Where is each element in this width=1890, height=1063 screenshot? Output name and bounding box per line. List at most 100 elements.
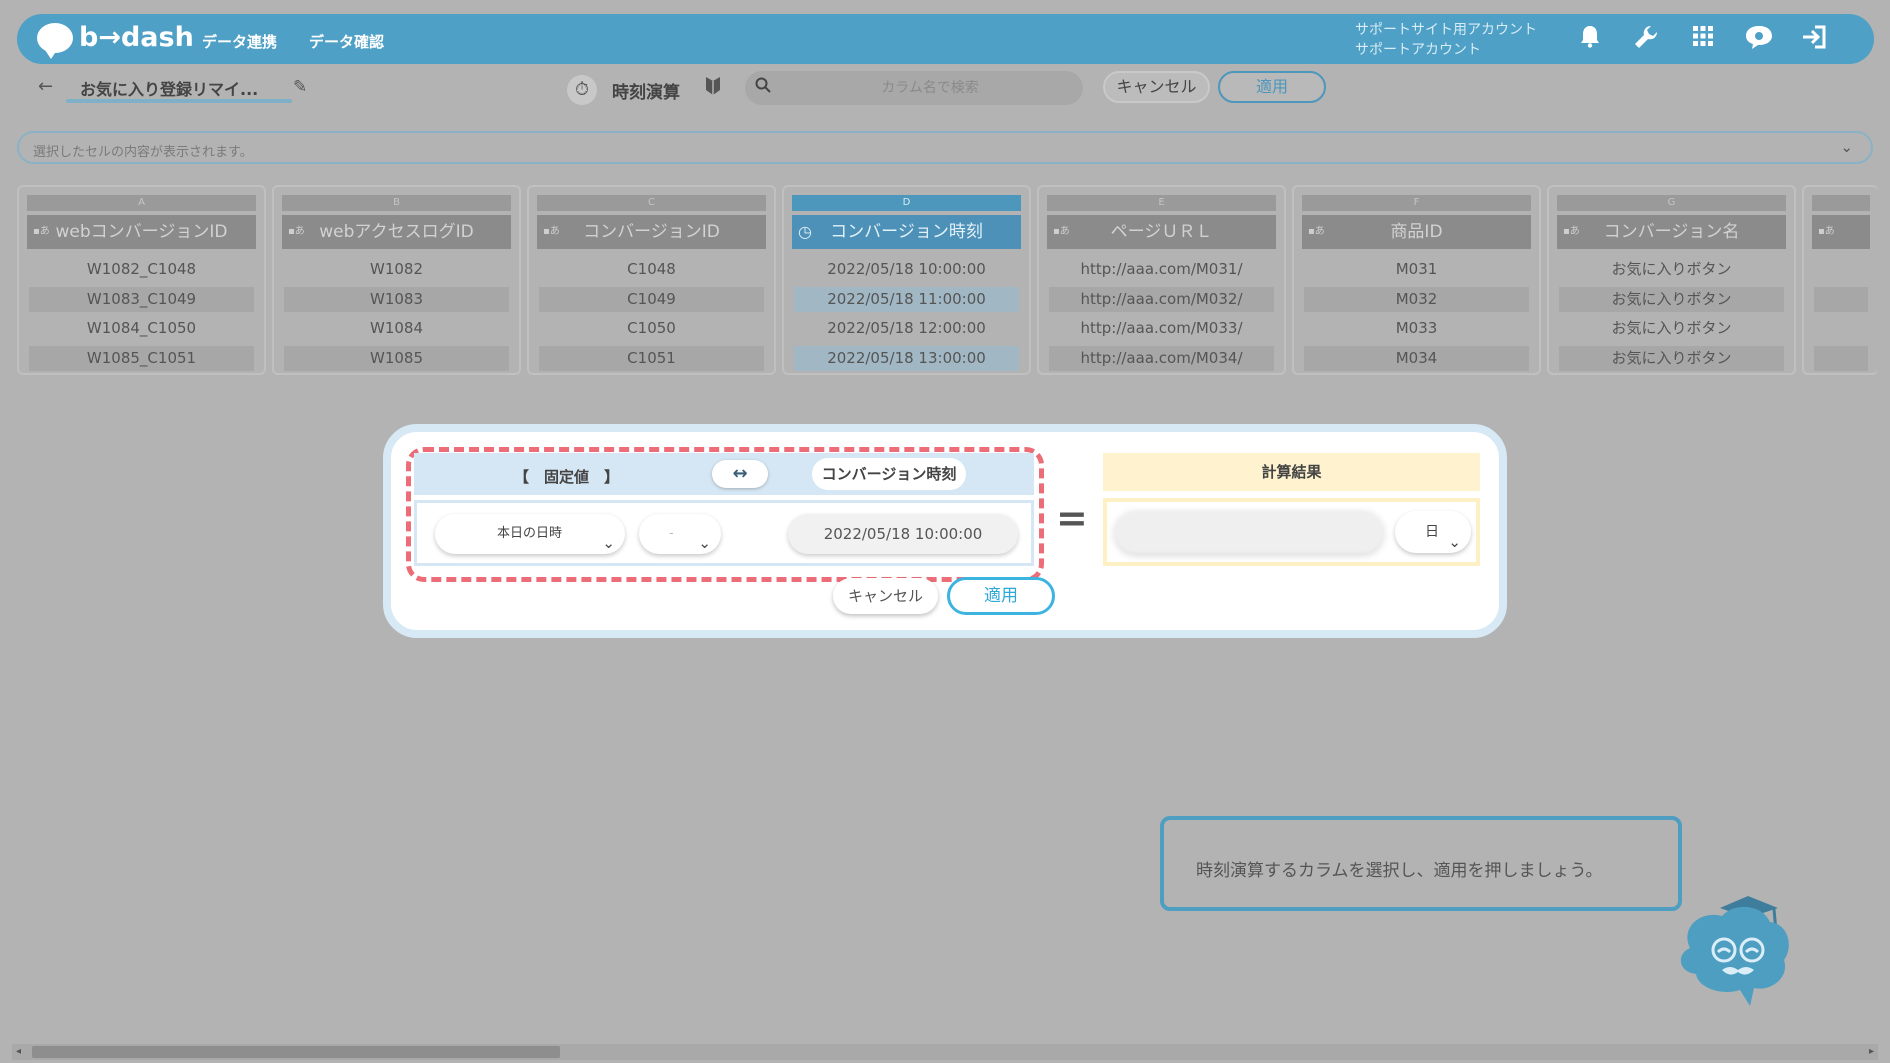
logo-bubble-icon xyxy=(37,22,73,59)
cell-content-bar[interactable]: 選択したセルの内容が表示されます。 ⌄ xyxy=(17,131,1873,164)
table-cell[interactable]: C1051 xyxy=(539,345,764,371)
column-card[interactable]: A ▪あ webコンバージョンID W1082_C1048 W1083_C1049 W10… xyxy=(17,185,266,375)
table-cell[interactable]: 2022/05/18 11:00:00 xyxy=(794,286,1019,312)
table-cell[interactable]: 2022/05/18 12:00:00 xyxy=(794,316,1019,341)
table-cell[interactable]: M033 xyxy=(1304,316,1529,341)
column-label[interactable]: コンバージョン時刻 xyxy=(812,458,966,490)
column-header[interactable]: ▪あ コンバージョンID xyxy=(537,215,766,249)
table-cell[interactable]: W1082 xyxy=(284,257,509,282)
logo-text: b→dash xyxy=(79,22,194,53)
table-cell[interactable]: C1048 xyxy=(539,257,764,282)
table-cell[interactable]: お気に入りボタン xyxy=(1559,316,1784,341)
column-card[interactable]: C ▪あ コンバージョンID C1048 C1049 C1050 C1051 xyxy=(527,185,776,375)
table-cell[interactable]: お気に入りボタン xyxy=(1559,345,1784,371)
column-card[interactable]: F ▪あ 商品ID M031 M032 M033 M034 xyxy=(1292,185,1541,375)
nav-data-integration[interactable]: データ連携 xyxy=(202,31,277,52)
search-input[interactable] xyxy=(785,76,1075,100)
pencil-edit-icon[interactable]: ✎ xyxy=(293,77,307,97)
column-header[interactable]: ▪あ 商品ID xyxy=(1302,215,1531,249)
table-cell[interactable] xyxy=(1814,345,1868,371)
column-header-text: webコンバージョンID xyxy=(55,222,228,242)
fixed-value-select-text: 本日の日時 xyxy=(497,526,563,541)
table-cell[interactable] xyxy=(1814,257,1868,282)
table-cell[interactable]: http://aaa.com/M033/ xyxy=(1049,316,1274,341)
table-cell[interactable] xyxy=(1814,286,1868,312)
table-cell[interactable]: W1084_C1050 xyxy=(29,316,254,341)
column-card[interactable]: D ◷ コンバージョン時刻 2022/05/18 10:00:00 2022/05/18… xyxy=(782,185,1031,375)
clock-type-icon: ◷ xyxy=(798,222,812,241)
text-type-icon: ▪あ xyxy=(33,226,50,237)
wrench-icon[interactable] xyxy=(1631,24,1661,54)
table-cell[interactable]: W1083_C1049 xyxy=(29,286,254,312)
scrollbar-thumb[interactable] xyxy=(32,1046,560,1058)
table-cell[interactable]: W1085 xyxy=(284,345,509,371)
back-arrow-icon[interactable]: ← xyxy=(38,76,53,97)
operand-header: 【 固定値 】 ↔ コンバージョン時刻 xyxy=(414,453,1034,495)
time-calc-dialog: 【 固定値 】 ↔ コンバージョン時刻 本日の日時 ⌄ - ⌄ 2022/05/… xyxy=(383,424,1507,638)
horizontal-scrollbar[interactable]: ◂ ▸ xyxy=(12,1044,1878,1060)
toolbar-cancel-button[interactable]: キャンセル xyxy=(1103,71,1210,103)
table-cell[interactable]: W1085_C1051 xyxy=(29,345,254,371)
column-header[interactable]: ▪あ コンバージョン名 xyxy=(1557,215,1786,249)
equals-sign: = xyxy=(1056,496,1088,540)
table-cell[interactable]: お気に入りボタン xyxy=(1559,286,1784,312)
title-underline xyxy=(66,99,292,103)
table-cell[interactable] xyxy=(1814,316,1868,341)
table-cell[interactable]: お気に入りボタン xyxy=(1559,257,1784,282)
column-header[interactable]: ▪あ xyxy=(1812,215,1870,249)
dialog-apply-button[interactable]: 適用 xyxy=(947,577,1055,615)
operator-select-text: - xyxy=(669,526,674,541)
beginner-mark-icon[interactable] xyxy=(705,76,721,101)
column-letter: A xyxy=(27,195,256,211)
fixed-value-select[interactable]: 本日の日時 ⌄ xyxy=(435,514,625,554)
stopwatch-icon: ⏱ xyxy=(567,75,597,105)
table-cell[interactable]: M032 xyxy=(1304,286,1529,312)
table-cell[interactable]: http://aaa.com/M034/ xyxy=(1049,345,1274,371)
text-type-icon: ▪あ xyxy=(1053,226,1070,237)
column-card[interactable]: ▪あ xyxy=(1802,185,1878,375)
logo[interactable]: b→dash xyxy=(37,22,194,59)
chevron-down-icon: ⌄ xyxy=(1448,533,1461,551)
table-cell[interactable]: 2022/05/18 10:00:00 xyxy=(794,257,1019,282)
column-header[interactable]: ◷ コンバージョン時刻 xyxy=(792,215,1021,249)
account-info[interactable]: サポートサイト用アカウント サポートアカウント xyxy=(1355,20,1537,60)
table-cell[interactable]: W1082_C1048 xyxy=(29,257,254,282)
column-header-text: 商品ID xyxy=(1390,222,1443,242)
nav-data-check[interactable]: データ確認 xyxy=(309,31,384,52)
table-cell[interactable]: http://aaa.com/M031/ xyxy=(1049,257,1274,282)
result-value xyxy=(1115,511,1383,553)
chat-support-icon[interactable] xyxy=(1744,24,1774,54)
table-cell[interactable]: C1049 xyxy=(539,286,764,312)
column-header[interactable]: ▪あ webコンバージョンID xyxy=(27,215,256,249)
table-cell[interactable]: http://aaa.com/M032/ xyxy=(1049,286,1274,312)
scroll-right-icon[interactable]: ▸ xyxy=(1869,1044,1874,1060)
column-header[interactable]: ▪あ ページＵＲＬ xyxy=(1047,215,1276,249)
date-value-field[interactable]: 2022/05/18 10:00:00 xyxy=(788,514,1018,554)
table-cell[interactable]: W1083 xyxy=(284,286,509,312)
apps-grid-icon[interactable] xyxy=(1688,24,1718,54)
column-card[interactable]: G ▪あ コンバージョン名 お気に入りボタン お気に入りボタン お気に入りボタン お気に入り… xyxy=(1547,185,1796,375)
dialog-cancel-button[interactable]: キャンセル xyxy=(833,578,938,614)
table-cell[interactable]: M034 xyxy=(1304,345,1529,371)
column-card[interactable]: B ▪あ webアクセスログID W1082 W1083 W1084 W1085 xyxy=(272,185,521,375)
toolbar-apply-button[interactable]: 適用 xyxy=(1218,71,1326,103)
swap-button[interactable]: ↔ xyxy=(712,460,768,488)
chevron-down-icon: ⌄ xyxy=(602,534,615,552)
account-line2: サポートアカウント xyxy=(1355,42,1481,58)
logout-icon[interactable] xyxy=(1799,24,1829,54)
column-header[interactable]: ▪あ webアクセスログID xyxy=(282,215,511,249)
document-title[interactable]: お気に入り登録リマイ... xyxy=(80,76,258,100)
column-header-text: webアクセスログID xyxy=(319,222,474,242)
result-unit-select[interactable]: 日 ⌄ xyxy=(1395,511,1471,553)
chevron-down-icon[interactable]: ⌄ xyxy=(1840,138,1853,156)
operator-select[interactable]: - ⌄ xyxy=(639,514,721,554)
search-icon xyxy=(755,77,771,98)
scroll-left-icon[interactable]: ◂ xyxy=(16,1044,21,1060)
table-cell[interactable]: M031 xyxy=(1304,257,1529,282)
table-cell[interactable]: 2022/05/18 13:00:00 xyxy=(794,345,1019,371)
table-cell[interactable]: C1050 xyxy=(539,316,764,341)
column-card[interactable]: E ▪あ ページＵＲＬ http://aaa.com/M031/http://aaa.… xyxy=(1037,185,1286,375)
table-cell[interactable]: W1084 xyxy=(284,316,509,341)
mode-label: 時刻演算 xyxy=(612,83,680,103)
bell-icon[interactable] xyxy=(1575,24,1605,54)
